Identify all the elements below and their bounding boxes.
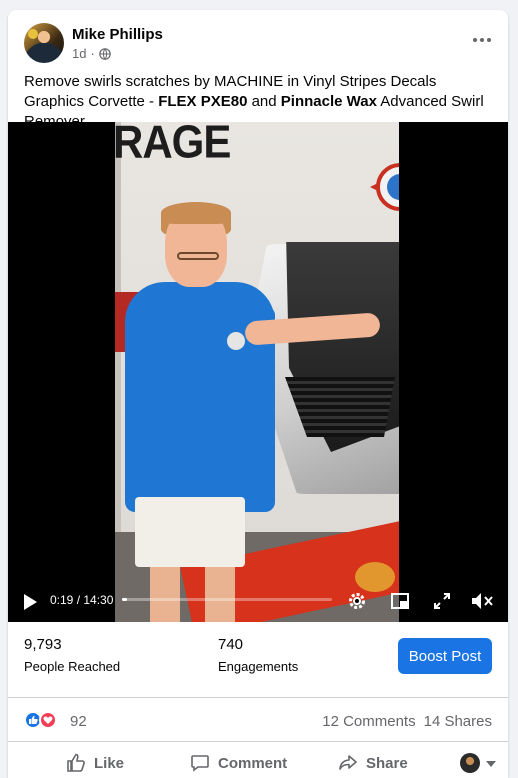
post-text-bold: Pinnacle Wax	[280, 93, 377, 110]
more-options-icon[interactable]	[472, 30, 492, 50]
comment-share-counts: 12 Comments 14 Shares	[322, 713, 492, 730]
people-reached-label: People Reached	[24, 659, 121, 674]
author-avatar[interactable]	[24, 23, 64, 63]
fullscreen-icon[interactable]	[432, 591, 452, 611]
like-label: Like	[94, 754, 125, 772]
video-progress-bar[interactable]	[122, 598, 332, 601]
share-icon	[339, 755, 357, 770]
like-button[interactable]: Like	[66, 748, 124, 778]
profile-avatar[interactable]	[460, 753, 480, 773]
engagements-value: 740	[218, 636, 244, 653]
people-reached-stat[interactable]: 9,793 People Reached	[24, 636, 120, 674]
reactions-bar: 92 12 Comments 14 Shares	[8, 698, 508, 742]
comment-label: Comment	[218, 754, 288, 772]
engagements-label: Engagements	[218, 659, 299, 674]
comment-button[interactable]: Comment	[190, 748, 287, 778]
picture-in-picture-icon[interactable]	[390, 591, 410, 611]
post-text-run: and	[247, 93, 281, 110]
post-card: Mike Phillips 1d · Remove swirls scratch…	[8, 10, 508, 778]
shares-count[interactable]: 14 Shares	[424, 713, 492, 730]
love-reaction-icon	[39, 711, 57, 729]
video-progress-fill	[122, 598, 127, 601]
post-text-bold: FLEX PXE80	[158, 93, 248, 110]
video-player[interactable]: RAGE 0:19 / 14:30	[8, 122, 508, 622]
wall-sign: RAGE	[115, 122, 231, 168]
post-insights: 9,793 People Reached 740 Engagements Boo…	[8, 622, 508, 698]
share-button[interactable]: Share	[338, 748, 408, 778]
post-meta: 1d ·	[72, 46, 111, 61]
people-reached-value: 9,793	[24, 636, 62, 653]
emblem-graphic	[370, 163, 399, 211]
settings-icon[interactable]	[346, 590, 368, 612]
play-icon[interactable]	[22, 594, 38, 610]
globe-icon[interactable]	[99, 47, 111, 60]
action-bar: Like Comment Share	[8, 742, 508, 778]
video-frame: RAGE	[115, 122, 399, 622]
post-time[interactable]: 1d	[72, 46, 86, 61]
thumbs-up-icon	[67, 753, 85, 772]
comments-count[interactable]: 12 Comments	[322, 713, 415, 730]
comment-icon	[191, 755, 209, 772]
engagements-stat[interactable]: 740 Engagements	[218, 636, 298, 674]
video-time: 0:19 / 14:30	[50, 593, 114, 607]
volume-muted-icon[interactable]	[470, 590, 494, 612]
reaction-icons[interactable]	[24, 711, 57, 729]
boost-post-button[interactable]: Boost Post	[398, 638, 492, 674]
chevron-down-icon[interactable]	[486, 761, 496, 767]
share-label: Share	[366, 754, 408, 772]
reaction-count[interactable]: 92	[70, 713, 87, 730]
meta-separator: ·	[90, 46, 95, 61]
author-name[interactable]: Mike Phillips	[72, 26, 163, 43]
post-header: Mike Phillips 1d ·	[8, 10, 508, 70]
